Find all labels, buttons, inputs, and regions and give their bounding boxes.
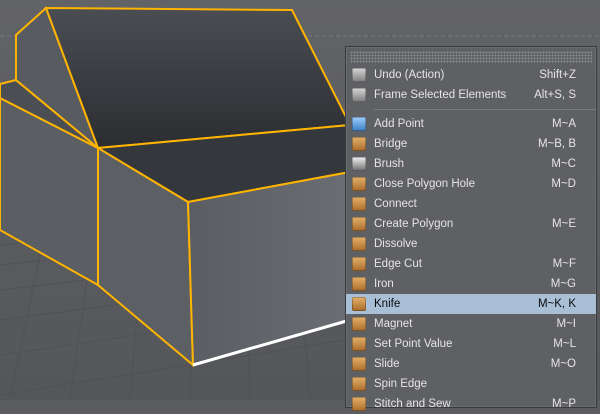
menu-item-shortcut: Alt+S, S xyxy=(534,89,576,101)
menu-item-shortcut: M~C xyxy=(551,158,576,170)
magnet-icon xyxy=(352,317,366,331)
menu-item-label: Knife xyxy=(374,298,401,310)
menu-item-dissolve[interactable]: Dissolve xyxy=(346,234,596,254)
menu-item-slide[interactable]: Slide M~O xyxy=(346,354,596,374)
undo-icon xyxy=(352,68,366,82)
menu-item-shortcut: M~E xyxy=(552,218,576,230)
add-point-icon xyxy=(352,117,366,131)
menu-item-shortcut: M~I xyxy=(556,318,577,330)
menu-item-label: Bridge xyxy=(374,138,408,150)
brush-icon xyxy=(352,157,366,171)
menu-item-connect[interactable]: Connect xyxy=(346,194,596,214)
menu-item-shortcut: M~P xyxy=(552,398,576,410)
close-polygon-hole-icon xyxy=(352,177,366,191)
menu-item-bridge[interactable]: Bridge M~B, B xyxy=(346,134,596,154)
edge-cut-icon xyxy=(352,257,366,271)
menu-item-shortcut: M~L xyxy=(553,338,576,350)
menu-item-label: Spin Edge xyxy=(374,378,428,390)
menu-item-shortcut: M~O xyxy=(550,358,576,370)
menu-item-knife[interactable]: Knife M~K, K xyxy=(346,294,596,314)
menu-item-undo-action[interactable]: Undo (Action) Shift+Z xyxy=(346,65,596,85)
menu-item-shortcut: M~F xyxy=(552,258,576,270)
menu-item-label: Stitch and Sew xyxy=(374,398,451,410)
connect-icon xyxy=(352,197,366,211)
menu-item-label: Add Point xyxy=(374,118,424,130)
dissolve-icon xyxy=(352,237,366,251)
menu-item-label: Create Polygon xyxy=(374,218,454,230)
menu-item-close-polygon-hole[interactable]: Close Polygon Hole M~D xyxy=(346,174,596,194)
menu-item-label: Set Point Value xyxy=(374,338,453,350)
iron-icon xyxy=(352,277,366,291)
bridge-icon xyxy=(352,137,366,151)
menu-item-add-point[interactable]: Add Point M~A xyxy=(346,114,596,134)
menu-item-frame-selected-elements[interactable]: Frame Selected Elements Alt+S, S xyxy=(346,85,596,105)
menu-item-label: Connect xyxy=(374,198,417,210)
menu-item-shortcut: M~A xyxy=(552,118,576,130)
menu-item-magnet[interactable]: Magnet M~I xyxy=(346,314,596,334)
menu-item-label: Undo (Action) xyxy=(374,69,445,81)
spin-edge-icon xyxy=(352,377,366,391)
stitch-and-sew-icon xyxy=(352,397,366,411)
set-point-value-icon xyxy=(352,337,366,351)
slide-icon xyxy=(352,357,366,371)
menu-item-label: Edge Cut xyxy=(374,258,422,270)
menu-item-label: Close Polygon Hole xyxy=(374,178,476,190)
menu-item-set-point-value[interactable]: Set Point Value M~L xyxy=(346,334,596,354)
menu-item-brush[interactable]: Brush M~C xyxy=(346,154,596,174)
menu-item-shortcut: M~G xyxy=(550,278,576,290)
context-menu[interactable]: Undo (Action) Shift+Z Frame Selected Ele… xyxy=(345,46,597,411)
menu-item-shortcut: M~K, K xyxy=(537,298,576,310)
frame-selected-icon xyxy=(352,88,366,102)
menu-item-label: Brush xyxy=(374,158,405,170)
menu-item-iron[interactable]: Iron M~G xyxy=(346,274,596,294)
menu-item-label: Magnet xyxy=(374,318,413,330)
menu-grip[interactable] xyxy=(350,51,592,63)
menu-item-shortcut: M~B, B xyxy=(537,138,576,150)
menu-separator xyxy=(374,109,596,110)
menu-item-shortcut: M~D xyxy=(551,178,576,190)
menu-item-label: Dissolve xyxy=(374,238,418,250)
menu-item-edge-cut[interactable]: Edge Cut M~F xyxy=(346,254,596,274)
menu-item-label: Frame Selected Elements xyxy=(374,89,507,101)
menu-item-spin-edge[interactable]: Spin Edge xyxy=(346,374,596,394)
menu-item-label: Slide xyxy=(374,358,400,370)
menu-item-label: Iron xyxy=(374,278,394,290)
create-polygon-icon xyxy=(352,217,366,231)
menu-item-stitch-and-sew[interactable]: Stitch and Sew M~P xyxy=(346,394,596,414)
menu-item-create-polygon[interactable]: Create Polygon M~E xyxy=(346,214,596,234)
menu-item-shortcut: Shift+Z xyxy=(539,69,576,81)
knife-icon xyxy=(352,297,366,311)
